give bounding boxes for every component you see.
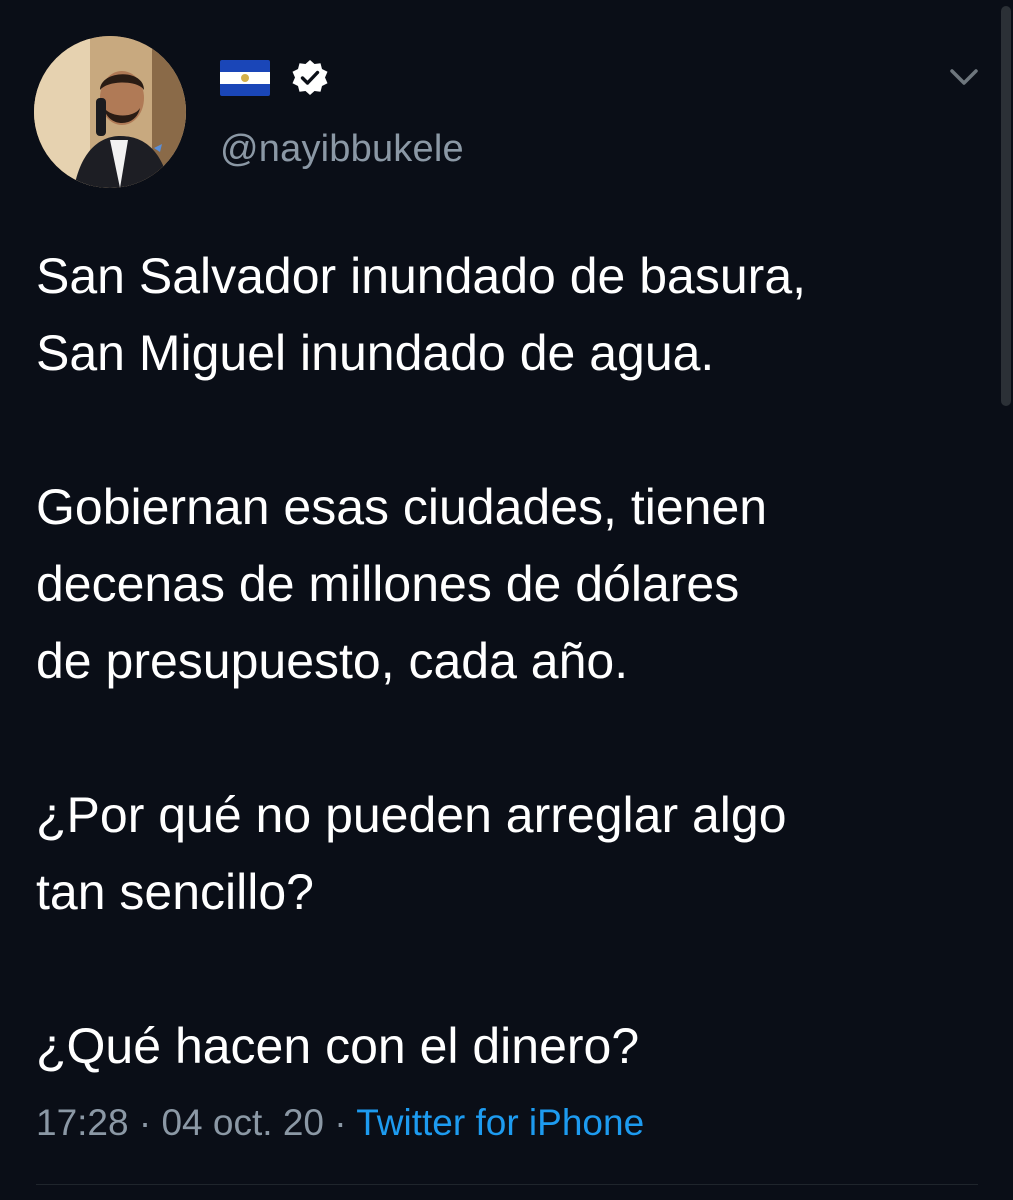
tweet-date[interactable]: 04 oct. 20 — [161, 1102, 324, 1143]
chevron-down-icon[interactable] — [944, 62, 984, 92]
meta-separator: · — [334, 1102, 347, 1143]
user-handle[interactable]: @nayibbukele — [220, 128, 464, 171]
divider — [36, 1184, 978, 1185]
avatar[interactable] — [34, 36, 186, 188]
tweet-metadata: 17:28 · 04 oct. 20 · Twitter for iPhone — [36, 1100, 644, 1146]
tweet-source-link[interactable]: Twitter for iPhone — [356, 1102, 644, 1143]
display-name-row[interactable] — [220, 58, 330, 98]
tweet-time[interactable]: 17:28 — [36, 1102, 129, 1143]
tweet-paragraph: ¿Por qué no pueden arreglar algo tan sen… — [36, 787, 787, 920]
avatar-image — [34, 36, 186, 188]
tweet-card: @nayibbukele San Salvador inundado de ba… — [0, 0, 1013, 1200]
tweet-paragraph: Gobiernan esas ciudades, tienen decenas … — [36, 479, 768, 689]
tweet-paragraph: ¿Qué hacen con el dinero? — [36, 1018, 640, 1074]
tweet-text: San Salvador inundado de basura, San Mig… — [36, 238, 986, 1085]
meta-separator: · — [138, 1102, 152, 1143]
verified-badge-icon — [292, 60, 328, 95]
tweet-paragraph: San Salvador inundado de basura, San Mig… — [36, 248, 807, 381]
el-salvador-flag-icon — [220, 60, 270, 96]
scrollbar-thumb[interactable] — [1001, 6, 1011, 406]
